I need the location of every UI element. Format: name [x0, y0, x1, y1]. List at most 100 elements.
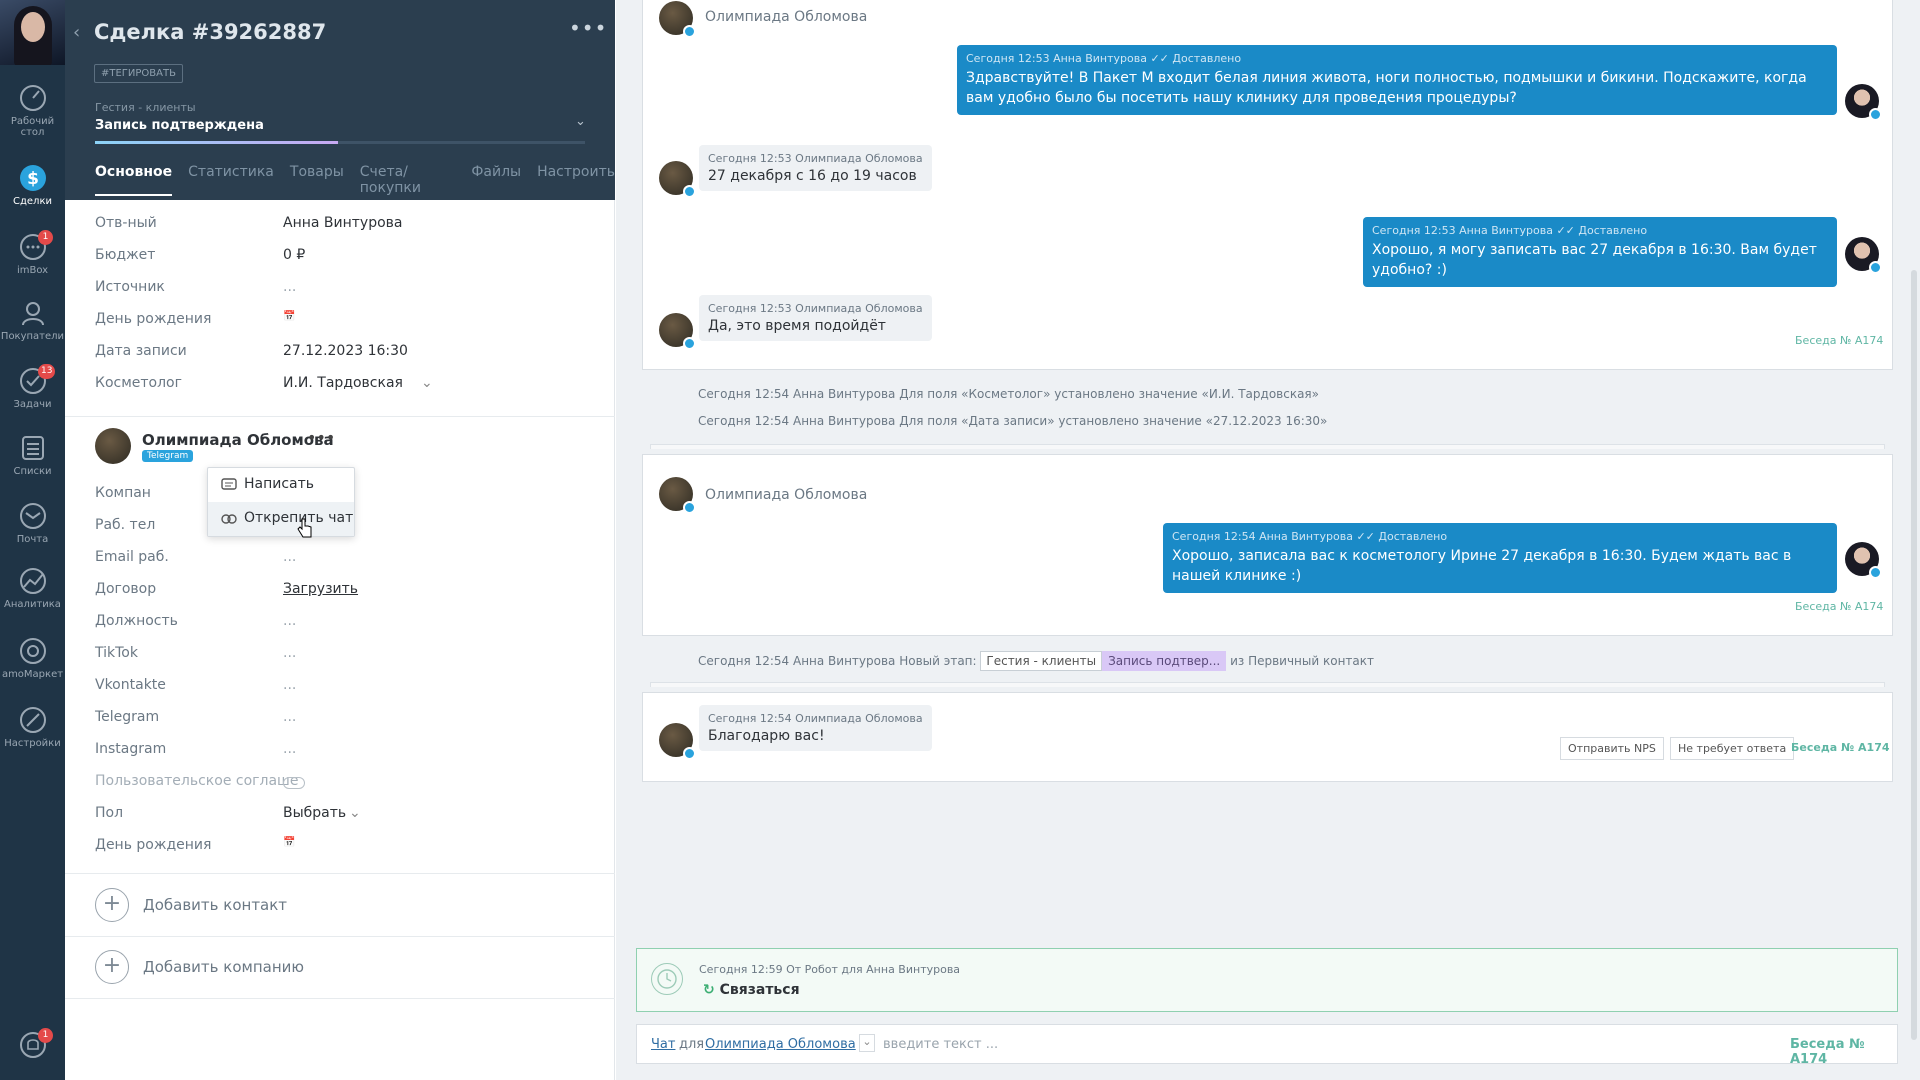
field-value[interactable]: ...: [283, 613, 296, 629]
upload-link[interactable]: Загрузить: [283, 581, 358, 597]
chevron-down-icon[interactable]: ⌄: [421, 375, 433, 391]
unlink-icon: [221, 514, 237, 524]
contact-name[interactable]: Олимпиада Обломова: [142, 431, 334, 449]
field-value[interactable]: 27.12.2023 16:30: [283, 343, 408, 359]
tab-products[interactable]: Товары: [290, 164, 344, 196]
no-reply-needed-button[interactable]: Не требует ответа: [1670, 737, 1795, 760]
field-value[interactable]: ...: [283, 279, 296, 295]
deal-fields: Отв-ный Анна Винтурова Бюджет 0 ₽ Источник…: [95, 210, 595, 402]
message-text: 27 декабря с 16 до 19 часов: [708, 168, 917, 184]
message-meta: Сегодня 12:53 Анна Винтурова ✓✓ Доставле…: [966, 52, 1242, 65]
talk-link[interactable]: Беседа № А174: [1791, 741, 1890, 754]
divider: [65, 998, 615, 999]
nav-label: Списки: [13, 466, 52, 477]
nav-customers[interactable]: Покупатели: [0, 298, 65, 342]
task-card: Сегодня 12:59 От Робот для Анна Винтуров…: [636, 948, 1898, 1012]
deals-icon: $: [19, 165, 46, 191]
chevron-down-icon[interactable]: ⌄: [575, 114, 586, 129]
menu-item-unpin-chat[interactable]: Открепить чат: [208, 502, 354, 536]
tab-invoices[interactable]: Счета/покупки: [360, 164, 456, 196]
left-nav: Рабочий стол $ Сделки 1 imBox Покупатели…: [0, 0, 65, 1080]
field-label: Дата записи: [95, 343, 187, 359]
divider: [65, 873, 615, 874]
field-label: Пользовательское соглаше: [95, 773, 299, 789]
contact-more-icon[interactable]: •••: [307, 428, 335, 447]
add-contact-button[interactable]: + Добавить контакт: [95, 888, 575, 928]
field-vkontakte: Vkontakte...: [95, 672, 595, 704]
field-contract: Договор Загрузить: [95, 576, 595, 608]
nav-market[interactable]: amoМаркет: [0, 636, 65, 680]
tab-main[interactable]: Основное: [95, 164, 173, 196]
field-value[interactable]: ...: [283, 549, 296, 565]
card-stack-edge: [650, 444, 1885, 449]
chevron-down-icon[interactable]: ⌄: [859, 1034, 875, 1052]
chat-contact-name[interactable]: Олимпиада Обломова: [705, 9, 867, 25]
field-label: Instagram: [95, 741, 167, 757]
field-value[interactable]: ...: [283, 709, 296, 725]
talk-link[interactable]: Беседа № А174: [1795, 334, 1883, 347]
agent-avatar: [1845, 542, 1882, 579]
tab-files[interactable]: Файлы: [471, 164, 521, 196]
tab-stats[interactable]: Статистика: [188, 164, 274, 196]
field-telegram: Telegram...: [95, 704, 595, 736]
task-title[interactable]: ↻ Связаться: [703, 982, 800, 998]
tag-button[interactable]: #ТЕГИРОВАТЬ: [94, 64, 183, 83]
field-gender: Пол Выбрать ⌄: [95, 800, 595, 832]
clock-icon: [651, 963, 683, 995]
chat-contact-name[interactable]: Олимпиада Обломова: [705, 487, 867, 503]
field-value[interactable]: Анна Винтурова: [283, 215, 403, 231]
chat-type-link[interactable]: Чат: [651, 1037, 675, 1052]
nav-notifications[interactable]: 1: [0, 1028, 65, 1063]
chevron-down-icon[interactable]: ⌄: [349, 805, 361, 821]
nav-imbox[interactable]: 1 imBox: [0, 230, 65, 276]
field-value[interactable]: ...: [283, 677, 296, 693]
field-label: Email раб.: [95, 549, 169, 565]
imbox-badge: 1: [38, 230, 53, 245]
stage-change-suffix: из Первичный контакт: [1230, 654, 1375, 668]
nav-label: Настройки: [4, 738, 61, 749]
calendar-icon[interactable]: 📅: [283, 311, 295, 322]
field-label: Раб. тел: [95, 517, 156, 533]
talk-link[interactable]: Беседа № А174: [1795, 600, 1883, 613]
nav-tasks[interactable]: 13 Задачи: [0, 364, 65, 410]
contact-avatar: [659, 477, 696, 514]
nav-settings[interactable]: Настройки: [0, 705, 65, 749]
nav-lists[interactable]: Списки: [0, 433, 65, 477]
outgoing-message: Сегодня 12:54 Анна Винтурова ✓✓ Доставле…: [1163, 523, 1837, 593]
back-chevron-icon[interactable]: ‹: [73, 22, 80, 43]
send-nps-button[interactable]: Отправить NPS: [1560, 737, 1664, 760]
chat-card: Олимпиада Обломова Сегодня 12:54 Анна Ви…: [642, 454, 1893, 636]
gender-select[interactable]: Выбрать: [283, 805, 346, 821]
field-value[interactable]: ...: [283, 741, 296, 757]
field-label: День рождения: [95, 837, 212, 853]
settings-icon: [19, 707, 46, 733]
deal-header: ‹ Сделка #39262887 ••• #ТЕГИРОВАТЬ Гести…: [65, 0, 615, 200]
field-label: Telegram: [95, 709, 160, 725]
field-value[interactable]: 0 ₽: [283, 247, 305, 263]
add-company-button[interactable]: + Добавить компанию: [95, 950, 575, 990]
agreement-toggle[interactable]: [283, 777, 305, 789]
nav-deals[interactable]: $ Сделки: [0, 163, 65, 207]
nav-analytics[interactable]: Аналитика: [0, 566, 65, 610]
contact-avatar: [659, 313, 696, 350]
field-value[interactable]: ...: [283, 645, 296, 661]
nav-dashboard[interactable]: Рабочий стол: [0, 83, 65, 138]
nav-mail[interactable]: Почта: [0, 501, 65, 545]
feed-scrollbar[interactable]: [1911, 270, 1917, 1040]
stage-name[interactable]: Запись подтверждена: [95, 118, 264, 133]
tab-setup[interactable]: Настроить: [537, 164, 615, 196]
chat-recipient-link[interactable]: Олимпиада Обломова: [705, 1037, 856, 1052]
contact-avatar[interactable]: [95, 428, 131, 464]
user-avatar[interactable]: [0, 0, 65, 65]
field-value[interactable]: И.И. Тардовская: [283, 375, 403, 391]
menu-item-write[interactable]: Написать: [208, 468, 354, 502]
more-icon[interactable]: •••: [569, 16, 607, 40]
telegram-icon: [1869, 261, 1882, 274]
nav-label: Покупатели: [0, 331, 65, 342]
calendar-icon[interactable]: 📅: [283, 837, 295, 848]
nav-label: Задачи: [13, 399, 52, 410]
contact-avatar: [659, 723, 696, 760]
talk-link[interactable]: Беседа № А174: [1790, 1037, 1897, 1067]
telegram-icon: [683, 501, 696, 514]
chat-input[interactable]: введите текст ...: [883, 1037, 998, 1052]
